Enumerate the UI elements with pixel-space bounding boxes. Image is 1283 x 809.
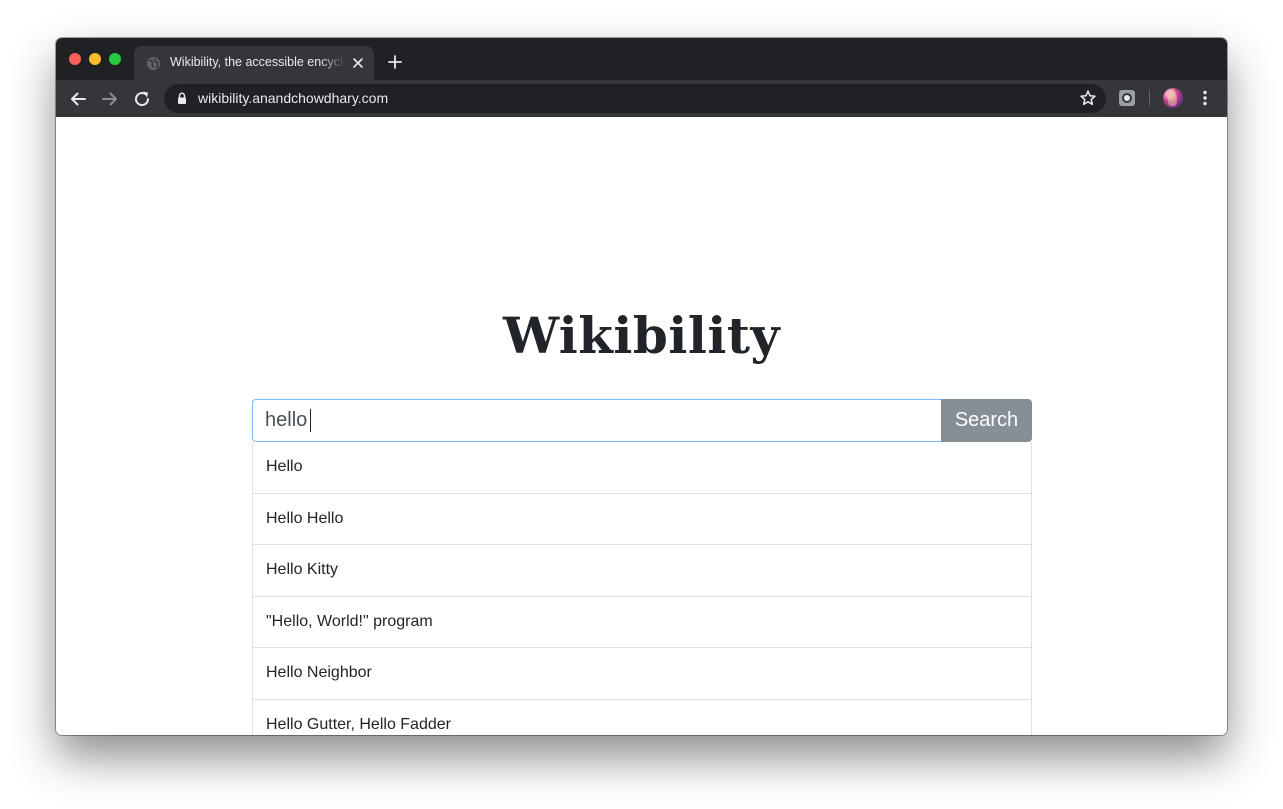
browser-toolbar: wikibility.anandchowdhary.com xyxy=(56,80,1227,117)
search-button[interactable]: Search xyxy=(941,399,1032,442)
minimize-window-button[interactable] xyxy=(89,53,101,65)
new-tab-icon[interactable] xyxy=(386,53,404,71)
suggestion-list: Hello Hello Hello Hello Kitty "Hello, Wo… xyxy=(252,442,1032,735)
globe-icon xyxy=(146,56,161,71)
profile-avatar[interactable] xyxy=(1163,88,1183,108)
url-text: wikibility.anandchowdhary.com xyxy=(198,90,389,106)
suggestion-item[interactable]: Hello Kitty xyxy=(252,545,1032,597)
tab-title: Wikibility, the accessible encyclopedia xyxy=(170,55,346,69)
more-vertical-icon[interactable] xyxy=(1196,89,1214,107)
search-form: Search xyxy=(252,399,1032,442)
page-content: Wikibility Search Hello Hello Hello Hell… xyxy=(56,117,1227,735)
tab-strip: Wikibility, the accessible encyclopedia xyxy=(56,38,1227,80)
reload-icon[interactable] xyxy=(132,89,152,109)
suggestion-item[interactable]: Hello Gutter, Hello Fadder xyxy=(252,699,1032,735)
site-title: Wikibility xyxy=(503,306,780,365)
back-arrow-icon[interactable] xyxy=(68,89,88,109)
extension-icon[interactable] xyxy=(1118,89,1136,107)
address-bar[interactable]: wikibility.anandchowdhary.com xyxy=(164,84,1106,113)
tab-wikibility[interactable]: Wikibility, the accessible encyclopedia xyxy=(134,46,374,80)
text-caret xyxy=(310,409,311,432)
close-window-button[interactable] xyxy=(69,53,81,65)
suggestion-item[interactable]: "Hello, World!" program xyxy=(252,596,1032,648)
suggestion-item[interactable]: Hello Neighbor xyxy=(252,648,1032,700)
toolbar-divider xyxy=(1149,90,1150,106)
bookmark-star-icon[interactable] xyxy=(1079,89,1097,107)
zoom-window-button[interactable] xyxy=(109,53,121,65)
suggestion-item[interactable]: Hello Hello xyxy=(252,493,1032,545)
forward-arrow-icon[interactable] xyxy=(100,89,120,109)
suggestion-item[interactable]: Hello xyxy=(252,442,1032,494)
close-tab-icon[interactable] xyxy=(350,55,366,71)
lock-icon[interactable] xyxy=(177,92,187,105)
search-input[interactable] xyxy=(252,399,941,442)
browser-window: Wikibility, the accessible encyclopedia … xyxy=(56,38,1227,735)
